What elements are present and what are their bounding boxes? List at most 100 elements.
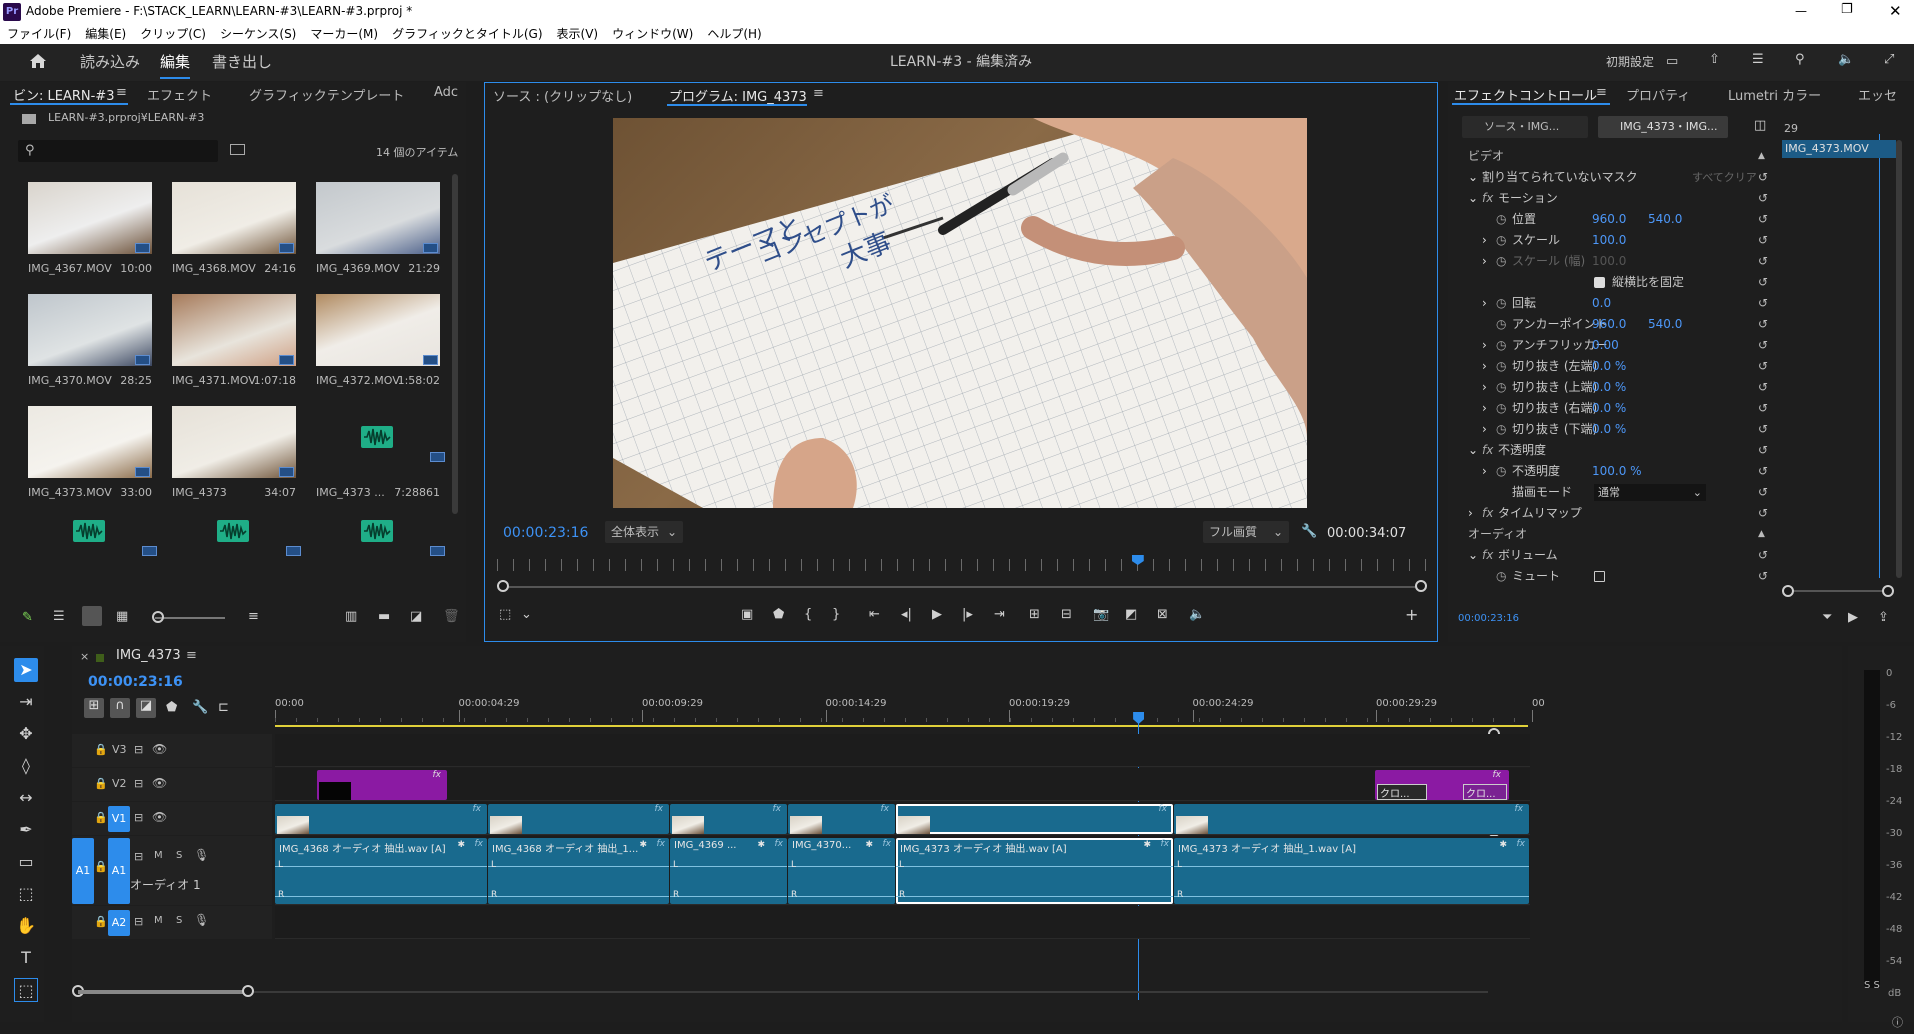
mic-icon[interactable]: 🎙: [194, 848, 209, 862]
panel-toggle-icon[interactable]: ◫: [1754, 118, 1766, 133]
tab-effects[interactable]: エフェクト: [147, 85, 212, 104]
effect-row[interactable]: › ◷ 切り抜き (左端) 0.0 % ↺: [1462, 356, 1772, 377]
zoom-dropdown[interactable]: 全体表示 ⌄: [605, 521, 683, 543]
lift-icon[interactable]: ▣: [741, 607, 753, 622]
chevron-right-icon[interactable]: ›: [1482, 251, 1487, 272]
effect-row[interactable]: 描画モード 通常 ⌄ ↺: [1462, 482, 1772, 503]
effect-value-2[interactable]: 540.0: [1648, 209, 1682, 230]
blend-mode-dropdown[interactable]: 通常 ⌄: [1594, 484, 1706, 501]
reset-icon[interactable]: ↺: [1758, 209, 1768, 230]
stopwatch-icon[interactable]: ◷: [1496, 251, 1506, 272]
effect-zoom-bar[interactable]: [1794, 590, 1888, 592]
effect-row[interactable]: › ◷ レベル 0.0 dB ↺: [1462, 587, 1772, 588]
tab-import[interactable]: 読み込み: [80, 44, 140, 81]
tab-bin[interactable]: ビン: LEARN-#3: [13, 85, 114, 104]
tab-effect-controls[interactable]: エフェクトコントロール: [1454, 85, 1597, 104]
type-tool-icon[interactable]: T: [14, 946, 38, 970]
effect-row[interactable]: ◷ アンカーポイント 960.0 540.0 ↺: [1462, 314, 1772, 335]
reset-icon[interactable]: ↺: [1758, 356, 1768, 377]
menu-help[interactable]: ヘルプ(H): [700, 24, 768, 44]
razor-tool-icon[interactable]: ◊: [14, 754, 38, 778]
chevron-right-icon[interactable]: ›: [1482, 293, 1487, 314]
tab-edit[interactable]: 編集: [160, 44, 190, 81]
reset-icon[interactable]: ↺: [1758, 482, 1768, 503]
close-sequence-icon[interactable]: ×: [80, 650, 89, 663]
sequence-name[interactable]: IMG_4373: [116, 648, 181, 663]
overwrite-icon[interactable]: ⊟: [1061, 607, 1072, 622]
sync-lock-icon[interactable]: ⊟: [134, 915, 143, 928]
snap-icon[interactable]: ⊞: [84, 698, 104, 718]
mark-out-icon[interactable]: }: [832, 607, 840, 622]
effect-row[interactable]: 縦横比を固定 ↺: [1462, 272, 1772, 293]
track-select-tool-icon[interactable]: ⇥: [14, 690, 38, 714]
mute-button[interactable]: M: [154, 850, 163, 861]
program-timecode[interactable]: 00:00:23:16: [503, 525, 588, 541]
effect-value[interactable]: 0.0: [1592, 293, 1611, 314]
eye-icon[interactable]: 👁: [152, 742, 167, 756]
home-icon[interactable]: [28, 51, 48, 71]
fullscreen-icon[interactable]: ⤢: [1884, 52, 1894, 67]
clear-all-button[interactable]: すべてクリア: [1692, 167, 1757, 188]
reset-icon[interactable]: ↺: [1758, 272, 1768, 293]
a1-clip[interactable]: IMG_4373 オーディオ 抽出_1.wav [A] ✱ fx L R: [1174, 838, 1529, 904]
info-icon[interactable]: ⓘ: [1892, 1014, 1903, 1030]
reset-icon[interactable]: ↺: [1758, 440, 1768, 461]
v2-clip-1[interactable]: fx: [317, 770, 447, 800]
hand-tool-icon[interactable]: ✋: [14, 914, 38, 938]
program-ruler[interactable]: [497, 559, 1427, 571]
wrench-icon[interactable]: 🔧: [1301, 524, 1317, 539]
v1-clip[interactable]: fx: [1174, 804, 1529, 834]
v1-clip[interactable]: fx: [788, 804, 895, 834]
workspace-preset[interactable]: 初期設定: [1606, 44, 1654, 81]
effect-value[interactable]: 100.0: [1592, 230, 1626, 251]
effect-row[interactable]: fx ⌄ 不透明度 ↺: [1462, 440, 1772, 461]
a1-clip[interactable]: IMG_4369 ... ✱ fx L R: [670, 838, 787, 904]
timeline-ruler[interactable]: 00:00 00:00:04:29 00:00:09:29 00:00:14:29 00…: [275, 696, 1545, 724]
effect-row[interactable]: オーディオ ▲: [1462, 524, 1772, 545]
effect-value[interactable]: 100.0 %: [1592, 461, 1642, 482]
pen-tool-icon[interactable]: ✒: [14, 818, 38, 842]
rectangle-tool-icon[interactable]: ▭: [14, 850, 38, 874]
effect-row[interactable]: fx › タイムリマップ ↺: [1462, 503, 1772, 524]
chevron-down-icon[interactable]: ⌄: [1468, 440, 1478, 461]
reset-icon[interactable]: ↺: [1758, 503, 1768, 524]
automate-icon[interactable]: ▥: [345, 609, 357, 624]
clip-thumbnail[interactable]: [172, 182, 296, 254]
menu-file[interactable]: ファイル(F): [0, 24, 78, 44]
volume-icon[interactable]: 🔈: [1838, 52, 1854, 67]
track-matte-tool-icon[interactable]: ⬚: [14, 882, 38, 906]
effect-zoom-start[interactable]: [1782, 585, 1794, 597]
reset-icon[interactable]: ↺: [1758, 461, 1768, 482]
freeform-view-icon[interactable]: ▦: [116, 609, 128, 624]
program-scroll-start[interactable]: [497, 580, 509, 592]
clip-thumbnail[interactable]: [172, 406, 296, 478]
pencil-icon[interactable]: ✎: [22, 610, 33, 625]
marker-tool-icon[interactable]: ⬚: [499, 607, 511, 622]
effect-value[interactable]: 0.0 %: [1592, 398, 1626, 419]
solo-button[interactable]: S: [176, 915, 182, 926]
export-icon[interactable]: ⇪: [1878, 610, 1889, 625]
sort-icon[interactable]: ≡: [248, 609, 259, 624]
mute-checkbox[interactable]: [1594, 571, 1605, 582]
effect-scrollbar[interactable]: [1896, 140, 1902, 578]
slip-tool-icon[interactable]: ↔: [14, 786, 38, 810]
tab-properties[interactable]: プロパティ: [1626, 85, 1690, 104]
tab-source[interactable]: ソース : (クリップなし): [493, 86, 632, 105]
chevron-down-icon[interactable]: ⌄: [1468, 167, 1478, 188]
menu-clip[interactable]: クリップ(C): [133, 24, 213, 44]
stopwatch-icon[interactable]: ◷: [1496, 461, 1506, 482]
effect-row[interactable]: ⌄ 割り当てられていないマスク すべてクリア ↺: [1462, 167, 1772, 188]
a1-clip[interactable]: IMG_4368 オーディオ 抽出.wav [A] ✱ fx L R: [275, 838, 487, 904]
reset-icon[interactable]: ↺: [1758, 335, 1768, 356]
effect-value[interactable]: 960.0: [1592, 314, 1626, 335]
menu-window[interactable]: ウィンドウ(W): [605, 24, 700, 44]
close-icon[interactable]: ✕: [1889, 2, 1902, 20]
eye-icon[interactable]: 👁: [152, 810, 167, 824]
effect-row[interactable]: › ◷ スケール 100.0 ↺: [1462, 230, 1772, 251]
vr-icon[interactable]: ⊠: [1157, 607, 1168, 622]
stopwatch-icon[interactable]: ◷: [1496, 377, 1506, 398]
tab-export[interactable]: 書き出し: [212, 44, 272, 81]
add-marker-icon[interactable]: ⬟: [773, 607, 784, 622]
chevron-right-icon[interactable]: ›: [1482, 587, 1487, 588]
add-button-icon[interactable]: +: [1405, 605, 1418, 624]
